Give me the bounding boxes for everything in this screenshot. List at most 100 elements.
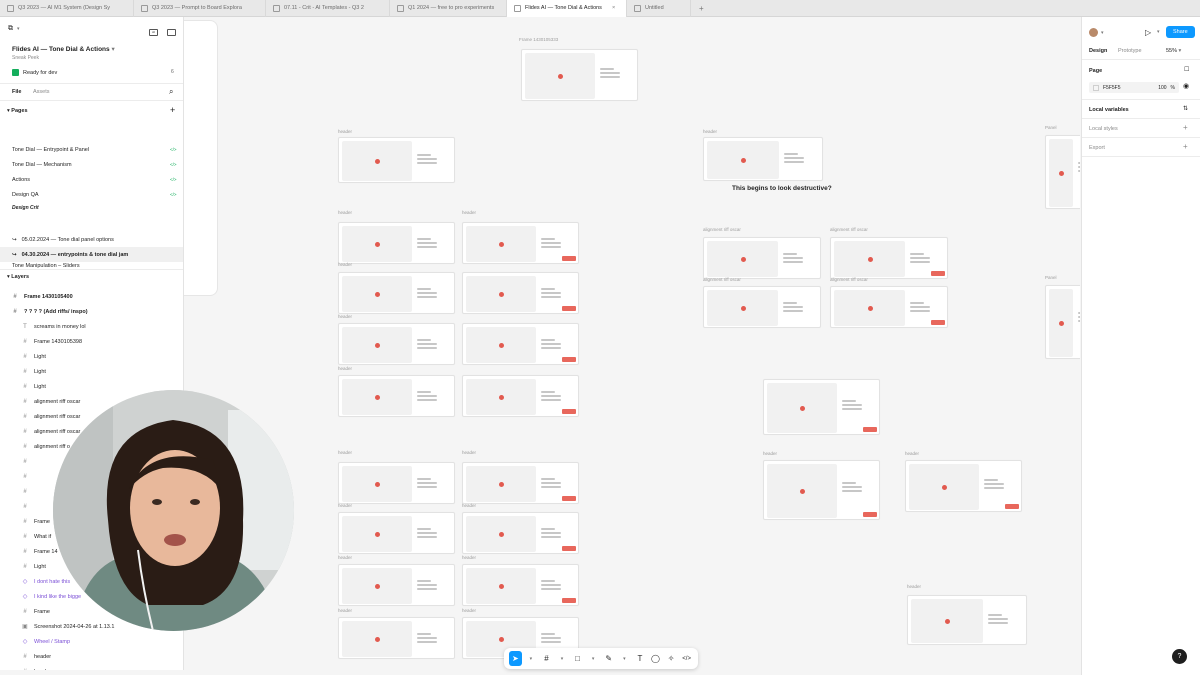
design-frame[interactable]: [830, 286, 948, 328]
design-frame[interactable]: [462, 512, 579, 554]
canvas-annotation[interactable]: This begins to look destructive?: [732, 185, 832, 192]
frame-label[interactable]: alignment riff oscar: [830, 277, 868, 282]
pen-tool-menu[interactable]: ▾: [618, 651, 631, 666]
file-title[interactable]: Flides AI — Tone Dial & Actions ▾: [12, 45, 115, 53]
frame-label[interactable]: alignment riff oscar: [703, 277, 741, 282]
avatar[interactable]: [1089, 28, 1098, 37]
page-item[interactable]: Tone Dial — Mechanism </>: [0, 157, 183, 172]
local-variables[interactable]: Local variables: [1089, 107, 1129, 113]
frame-label[interactable]: header: [338, 129, 352, 134]
design-frame[interactable]: [462, 462, 579, 504]
layer-row[interactable]: # header: [0, 649, 183, 664]
color-swatch[interactable]: [1093, 84, 1099, 91]
layer-row[interactable]: # Frame 1430105398: [0, 334, 183, 349]
new-tab-icon[interactable]: +: [691, 4, 712, 13]
page-item[interactable]: Actions </>: [0, 172, 183, 187]
page-options-icon[interactable]: ☐: [1184, 66, 1189, 73]
figma-logo-icon[interactable]: ⧉: [8, 25, 13, 33]
design-frame[interactable]: [907, 595, 1027, 645]
ai-icon[interactable]: AI: [149, 29, 158, 36]
variables-settings-icon[interactable]: ⇅: [1183, 105, 1188, 112]
design-frame[interactable]: [338, 617, 455, 659]
design-frame[interactable]: [338, 222, 455, 264]
tab-file[interactable]: File: [12, 89, 21, 95]
status-row[interactable]: Ready for dev: [12, 69, 57, 76]
design-frame[interactable]: [1045, 285, 1080, 359]
design-frame[interactable]: [703, 137, 823, 181]
tab-1[interactable]: Q3 2023 — Prompt to Board Explora: [134, 0, 266, 17]
design-frame[interactable]: [703, 286, 821, 328]
layer-row[interactable]: # Frame 1430105400: [0, 289, 183, 304]
tab-3[interactable]: Q1 2024 — free to pro experiments: [390, 0, 507, 17]
design-frame[interactable]: [703, 237, 821, 279]
export-section[interactable]: Export: [1089, 145, 1105, 151]
frame-label[interactable]: Panel: [1045, 125, 1057, 130]
user-menu[interactable]: ▾: [1089, 28, 1104, 37]
page-bg-field[interactable]: F5F5F5 100 %: [1089, 82, 1179, 93]
design-frame[interactable]: [338, 272, 455, 314]
frame-label[interactable]: alignment riff oscar: [703, 227, 741, 232]
local-styles[interactable]: Local styles: [1089, 126, 1118, 132]
frame-label[interactable]: alignment riff oscar: [830, 227, 868, 232]
bg-opacity[interactable]: 100: [1158, 85, 1166, 91]
text-tool-icon[interactable]: T: [634, 651, 647, 666]
design-frame[interactable]: [462, 375, 579, 417]
frame-label[interactable]: header: [338, 366, 352, 371]
dev-mode-icon[interactable]: </>: [680, 651, 693, 666]
frame-label[interactable]: Panel: [1045, 275, 1057, 280]
design-frame[interactable]: [338, 323, 455, 365]
design-frame[interactable]: [462, 272, 579, 314]
rectangle-tool-menu[interactable]: ▾: [587, 651, 600, 666]
share-button[interactable]: Share: [1166, 26, 1195, 38]
frame-tool-icon[interactable]: #: [540, 651, 553, 666]
layer-row[interactable]: # Light: [0, 364, 183, 379]
search-icon[interactable]: ⌕: [169, 87, 173, 97]
layer-row[interactable]: # ? ? ? ? (Add riffs/ inspo): [0, 304, 183, 319]
frame-label[interactable]: header: [763, 451, 777, 456]
design-frame[interactable]: [462, 222, 579, 264]
bg-hex[interactable]: F5F5F5: [1103, 85, 1121, 91]
actions-icon[interactable]: ✧: [665, 651, 678, 666]
move-tool-icon[interactable]: ➤: [509, 651, 522, 666]
frame-label[interactable]: header: [462, 450, 476, 455]
layer-row[interactable]: # Light: [0, 349, 183, 364]
tab-4[interactable]: Flides AI — Tone Dial & Actions ×: [507, 0, 627, 17]
move-tool-menu[interactable]: ▾: [525, 651, 538, 666]
top-frame-label[interactable]: Frame 1430105333: [519, 37, 558, 42]
frame-label[interactable]: header: [338, 314, 352, 319]
tab-design[interactable]: Design: [1089, 48, 1107, 54]
tab-prototype[interactable]: Prototype: [1118, 48, 1142, 54]
crit-page-item[interactable]: ↪ 04.30.2024 — entrypoints & tone dial ja…: [0, 247, 183, 262]
add-export-icon[interactable]: +: [1183, 142, 1188, 151]
frame-label[interactable]: header: [462, 608, 476, 613]
design-frame[interactable]: [338, 137, 455, 183]
frame-label[interactable]: header: [462, 503, 476, 508]
design-frame[interactable]: [338, 512, 455, 554]
frame-label[interactable]: header: [703, 129, 717, 134]
present-play-icon[interactable]: ▷: [1145, 28, 1151, 37]
crit-page-item[interactable]: ↪ 05.02.2024 — Tone dial panel options: [0, 232, 183, 247]
pen-tool-icon[interactable]: ✎: [602, 651, 615, 666]
layer-row[interactable]: ◇ Wheel / Stamp: [0, 634, 183, 649]
design-frame[interactable]: [462, 323, 579, 365]
chevron-down-icon[interactable]: ▾: [1157, 29, 1160, 35]
design-frame[interactable]: [338, 375, 455, 417]
design-frame[interactable]: [1045, 135, 1080, 209]
layer-row[interactable]: Tscreams in money lol: [0, 319, 183, 334]
design-frame[interactable]: [905, 460, 1022, 512]
page-item[interactable]: Tone Dial — Entrypoint & Panel </>: [0, 142, 183, 157]
frame-label[interactable]: header: [338, 450, 352, 455]
design-frame[interactable]: [338, 462, 455, 504]
add-page-icon[interactable]: +: [170, 105, 175, 115]
tab-5[interactable]: Untitled: [627, 0, 691, 17]
frame-label[interactable]: header: [462, 210, 476, 215]
frame-label[interactable]: header: [338, 210, 352, 215]
frame-label[interactable]: header: [907, 584, 921, 589]
add-style-icon[interactable]: +: [1183, 123, 1188, 132]
pages-header[interactable]: ▾ Pages: [7, 108, 28, 114]
tab-assets[interactable]: Assets: [33, 89, 50, 95]
close-tab-icon[interactable]: ×: [612, 5, 615, 11]
design-frame[interactable]: [830, 237, 948, 279]
comment-tool-icon[interactable]: ◯: [649, 651, 662, 666]
layers-header[interactable]: ▾ Layers: [7, 274, 29, 280]
